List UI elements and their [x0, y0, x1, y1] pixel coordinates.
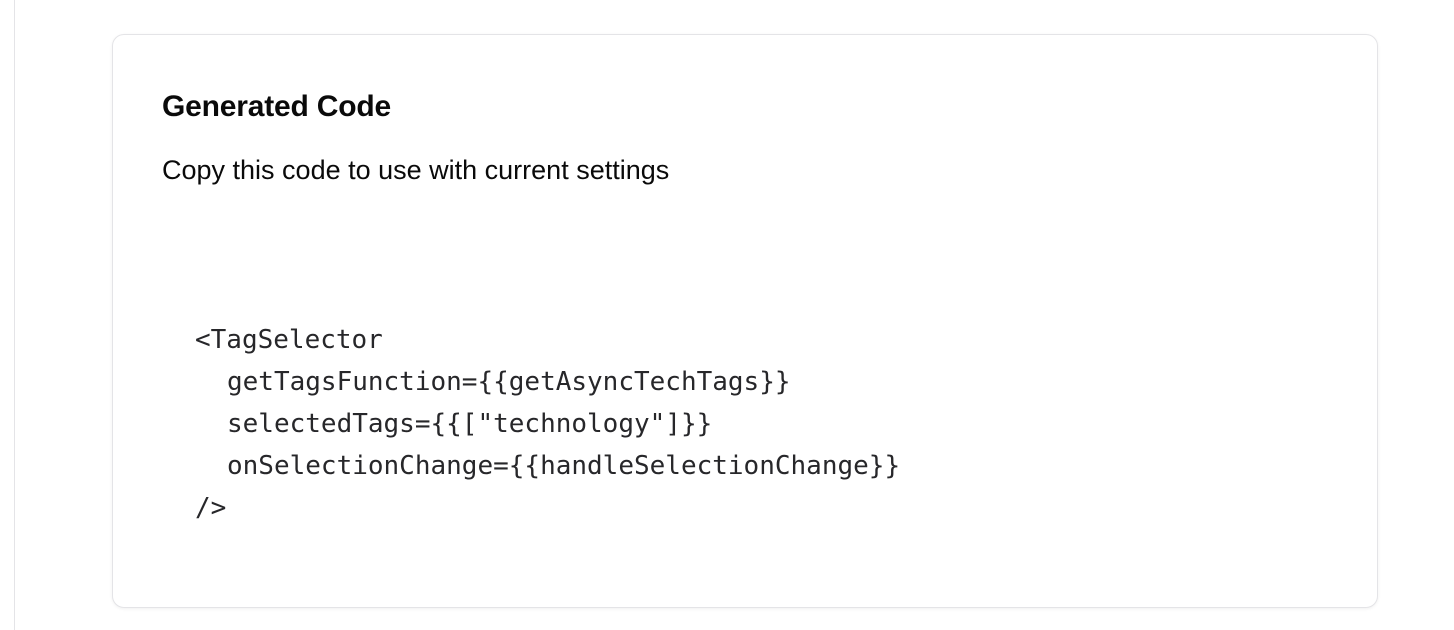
code-line: getTagsFunction={{getAsyncTechTags}} [227, 367, 791, 397]
left-divider [14, 0, 15, 630]
code-block[interactable]: <TagSelector getTagsFunction={{getAsyncTe… [195, 319, 900, 529]
code-line: onSelectionChange={{handleSelectionChang… [227, 451, 901, 481]
card-title: Generated Code [162, 90, 391, 123]
card-description: Copy this code to use with current setti… [162, 155, 670, 185]
generated-code-card: Generated Code Copy this code to use wit… [112, 34, 1378, 608]
code-line: /> [195, 493, 227, 523]
code-line: selectedTags={{["technology"]}} [227, 409, 713, 439]
code-line: <TagSelector [195, 325, 383, 355]
